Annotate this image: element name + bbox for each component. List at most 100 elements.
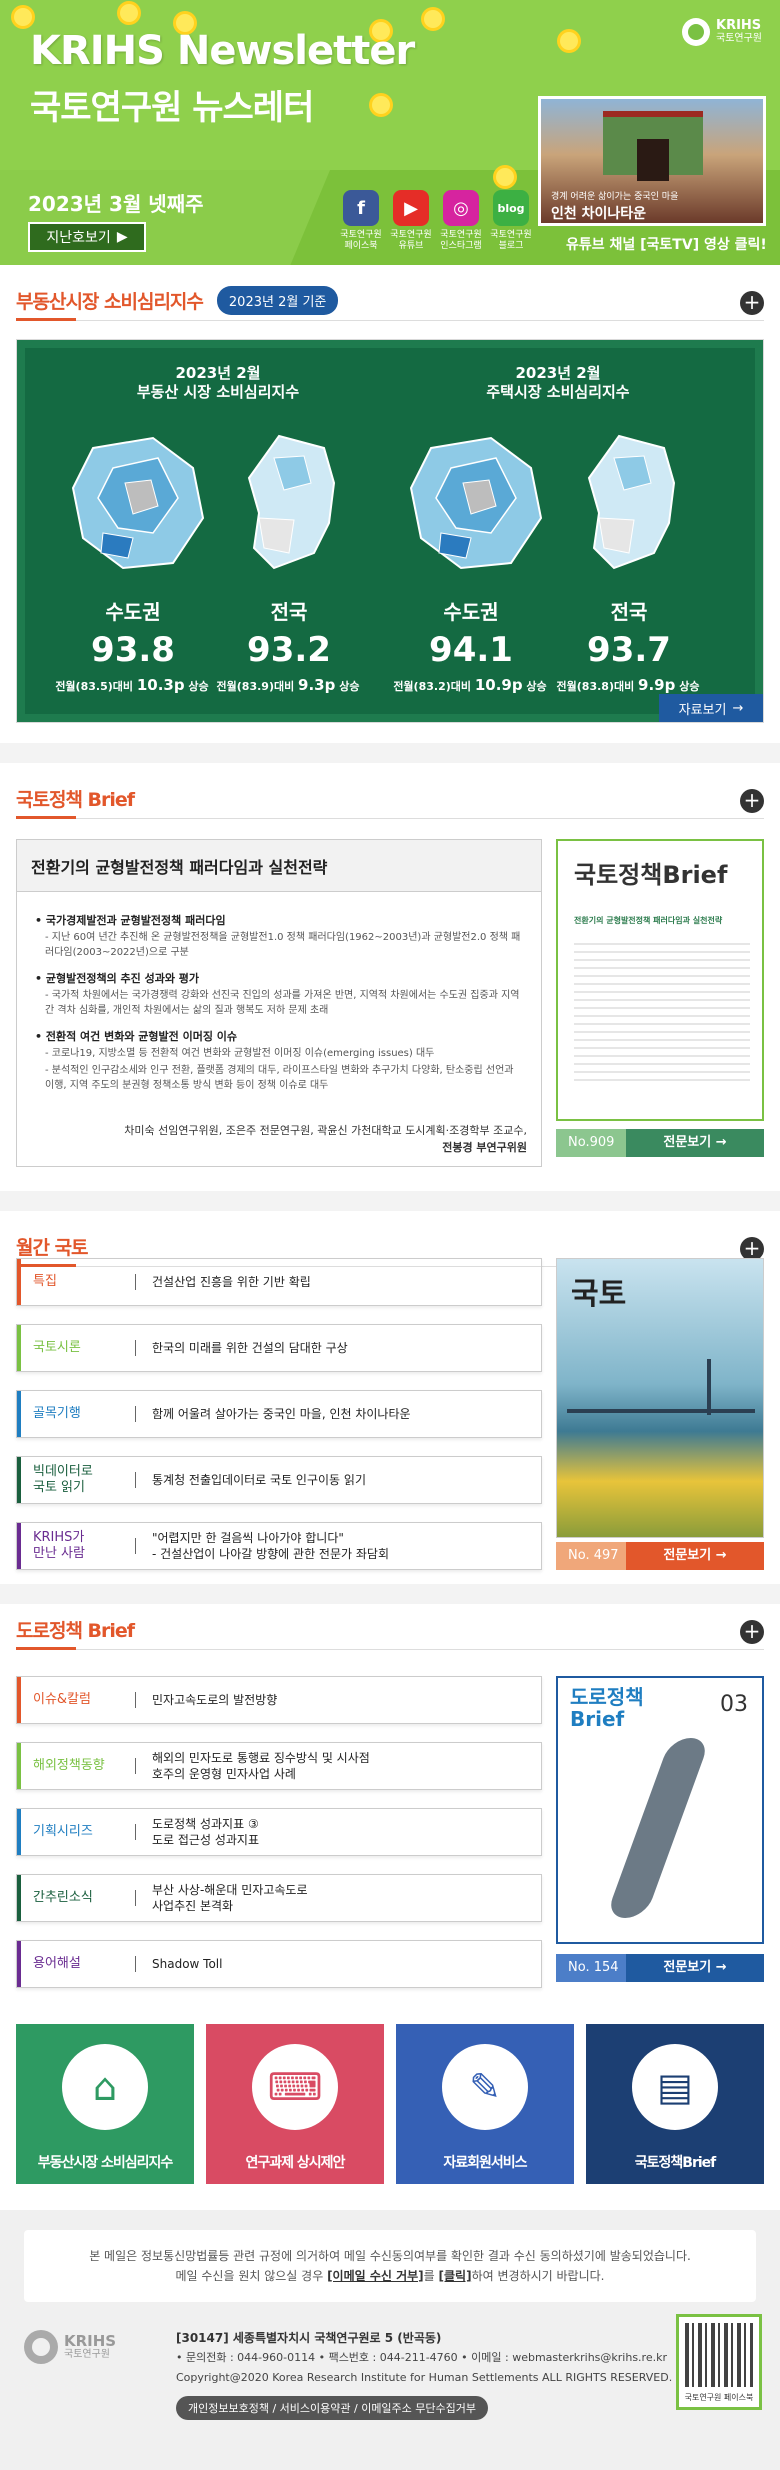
- row-title: 통계청 전출입데이터로 국토 인구이동 읽기: [152, 1473, 366, 1487]
- qr-caption: 국토연구원 페이스북: [684, 2393, 754, 2402]
- krihs-logo[interactable]: KRIHS 국토연구원: [682, 18, 762, 46]
- row-category: 간추린소식: [33, 1890, 93, 1905]
- change-note: 전월(83.9)대비 9.3p 상승: [216, 676, 360, 694]
- notice-pre: 메일 수신을 원치 않으실 경우: [175, 2269, 328, 2283]
- row-category: 용어해설: [33, 1956, 81, 1971]
- row-divider: [135, 1890, 136, 1906]
- chinatown-video-thumbnail[interactable]: 경계 어려운 삶이가는 중국인 마을 인천 차이나타운: [538, 96, 766, 226]
- brief-item-text: - 국가적 차원에서는 국가경쟁력 강화와 선진국 진입의 성과를 가져온 반면…: [45, 990, 520, 1016]
- row-title: 함께 어울려 살아가는 중국인 마을, 인천 차이나타운: [152, 1407, 411, 1421]
- row-accent: [17, 1875, 21, 1921]
- monthly-article-row[interactable]: 특집 건설산업 진흥을 위한 기반 확립: [16, 1258, 542, 1306]
- brief-item: • 전환적 여건 변화와 균형발전 이머징 이슈 - 코로나19, 지방소멸 등 …: [35, 1028, 523, 1093]
- brief-item: • 국가경제발전과 균형발전정책 패러다임 - 지난 60여 년간 추진해 온 균…: [35, 912, 523, 960]
- brief-section-header: 국토정책 Brief +: [16, 779, 764, 819]
- change-note: 전월(83.8)대비 9.9p 상승: [556, 676, 700, 694]
- quick-link-tile[interactable]: ⌨ 연구과제 상시제안: [206, 2024, 384, 2184]
- survey-more-button[interactable]: 자료보기 →: [659, 694, 763, 722]
- social-link[interactable]: blog 국토연구원 블로그: [484, 190, 538, 252]
- footer-contacts: • 문의전화 : 044-960-0114 • 팩스번호 : 044-211-4…: [176, 2351, 667, 2364]
- plus-icon[interactable]: +: [740, 789, 764, 813]
- flower-icon: [560, 32, 578, 50]
- qr-pattern: [685, 2323, 753, 2387]
- section-divider: [0, 1191, 780, 1211]
- bridge-shape: [567, 1409, 755, 1413]
- play-arrow-icon: ▶: [116, 229, 128, 245]
- footer-policy-links[interactable]: 개인정보보호정책 / 서비스이용약관 / 이메일주소 무단수집거부: [176, 2396, 489, 2420]
- row-category: KRIHS가 만난 사람: [33, 1530, 85, 1561]
- row-divider: [135, 1956, 136, 1972]
- row-category: 국토시론: [33, 1340, 81, 1355]
- road-view-label: 전문보기: [663, 1960, 712, 1975]
- quick-link-label: 연구과제 상시제안: [245, 2155, 346, 2171]
- authors-line2: 전봉경 부연구위원: [442, 1141, 527, 1154]
- monthly-article-row[interactable]: 골목기행 함께 어울려 살아가는 중국인 마을, 인천 차이나타운: [16, 1390, 542, 1438]
- issue-date: 2023년 3월 넷째주: [28, 192, 204, 216]
- road-cover-title: 도로정책 Brief: [570, 1685, 644, 1731]
- road-article-row[interactable]: 용어해설 Shadow Toll: [16, 1940, 542, 1988]
- road-cover-bar[interactable]: No. 154 전문보기 →: [556, 1954, 764, 1982]
- social-label: 국토연구원 인스타그램: [440, 230, 482, 251]
- social-link[interactable]: ▶ 국토연구원 유튜브: [384, 190, 438, 252]
- road-cover-image[interactable]: 도로정책 Brief 03: [556, 1676, 764, 1944]
- footer-logo-en: KRIHS: [64, 2332, 117, 2350]
- monthly-issue-no: No. 497: [556, 1542, 626, 1570]
- monthly-article-row[interactable]: 빅데이터로 국토 읽기 통계청 전출입데이터로 국토 인구이동 읽기: [16, 1456, 542, 1504]
- click-link[interactable]: [클릭]: [439, 2269, 472, 2283]
- row-divider: [135, 1758, 136, 1774]
- social-label: 국토연구원 페이스북: [340, 230, 382, 251]
- youtube-promo-link[interactable]: 유튜브 채널 [국토TV] 영상 클릭!: [566, 234, 767, 254]
- road-section-header: 도로정책 Brief +: [16, 1610, 764, 1650]
- quick-links: ⌂ 부동산시장 소비심리지수 ⌨ 연구과제 상시제안 ✎ 자료회원서비스 ▤ 국토정책Brie…: [16, 2024, 764, 2184]
- monthly-view-button[interactable]: 전문보기 →: [626, 1542, 764, 1570]
- brief-section-title: 국토정책 Brief: [16, 785, 135, 812]
- road-article-row[interactable]: 기획시리즈 도로정책 성과지표 ③ 도로 접근성 성과지표: [16, 1808, 542, 1856]
- row-category: 특집: [33, 1274, 57, 1289]
- quick-link-label: 자료회원서비스: [443, 2155, 527, 2171]
- footer-logo-mark: [24, 2330, 58, 2364]
- qr-code[interactable]: 국토연구원 페이스북: [676, 2314, 762, 2410]
- logo-ko: 국토연구원: [716, 33, 762, 44]
- row-accent: [17, 1677, 21, 1723]
- row-accent: [17, 1809, 21, 1855]
- brief-issue-no: No.909: [556, 1129, 626, 1157]
- social-link[interactable]: ◎ 국토연구원 인스타그램: [434, 190, 488, 252]
- road-article-row[interactable]: 해외정책동향 해외의 민자도로 통행료 징수방식 및 시사점 호주의 운영형 민자사…: [16, 1742, 542, 1790]
- plus-icon[interactable]: +: [740, 291, 764, 315]
- monthly-cover-bar[interactable]: No. 497 전문보기 →: [556, 1542, 764, 1570]
- social-link[interactable]: f 국토연구원 페이스북: [334, 190, 388, 252]
- monthly-article-row[interactable]: 국토시론 한국의 미래를 위한 건설의 담대한 구상: [16, 1324, 542, 1372]
- quick-link-tile[interactable]: ▤ 국토정책Brief: [586, 2024, 764, 2184]
- brief-headline[interactable]: 전환기의 균형발전정책 패러다임과 실천전략: [17, 840, 541, 892]
- row-title: Shadow Toll: [152, 1957, 223, 1971]
- quick-link-tile[interactable]: ⌂ 부동산시장 소비심리지수: [16, 2024, 194, 2184]
- unsubscribe-link[interactable]: [이메일 수신 거부]: [327, 2269, 424, 2283]
- road-article-row[interactable]: 이슈&칼럼 민자고속도로의 발전방향: [16, 1676, 542, 1724]
- social-icon: f: [343, 190, 379, 226]
- monthly-cover-image[interactable]: 국토: [556, 1258, 764, 1538]
- row-title: 건설산업 진흥을 위한 기반 확립: [152, 1275, 311, 1289]
- plus-icon[interactable]: +: [740, 1620, 764, 1644]
- brief-cover-image[interactable]: 국토정책Brief 전환기의 균형발전정책 패러다임과 실천전략: [556, 839, 764, 1121]
- index-value: 94.1: [429, 630, 513, 670]
- flower-icon: [120, 4, 138, 22]
- brief-cover-bar[interactable]: No.909 전문보기 →: [556, 1129, 764, 1157]
- footer-copyright: Copyright@2020 Korea Research Institute …: [176, 2371, 673, 2384]
- monthly-article-row[interactable]: KRIHS가 만난 사람 "어렵지만 한 걸음씩 나아가야 합니다" - 건설산업이 …: [16, 1522, 542, 1570]
- road-graphic: [605, 1738, 711, 1918]
- right-heading-line1: 2023년 2월: [515, 364, 601, 382]
- logo-en: KRIHS: [716, 18, 762, 33]
- brief-view-button[interactable]: 전문보기 →: [626, 1129, 764, 1157]
- road-view-button[interactable]: 전문보기 →: [626, 1954, 764, 1982]
- footer-address: [30147] 세종특별자치시 국책연구원로 5 (반곡동): [176, 2331, 442, 2345]
- row-category: 기획시리즈: [33, 1824, 93, 1839]
- arrow-right-icon: →: [732, 700, 744, 716]
- social-label: 국토연구원 유튜브: [390, 230, 432, 251]
- row-accent: [17, 1325, 21, 1371]
- prev-issue-button[interactable]: 지난호보기 ▶: [28, 222, 146, 252]
- brief-item-text: - 분석적인 인구감소세와 인구 전환, 플랫폼 경제의 대두, 라이프스타일 …: [45, 1065, 514, 1091]
- road-article-row[interactable]: 간추린소식 부산 사상-해운대 민자고속도로 사업추진 본격화: [16, 1874, 542, 1922]
- social-icon: ◎: [443, 190, 479, 226]
- quick-link-tile[interactable]: ✎ 자료회원서비스: [396, 2024, 574, 2184]
- quick-link-label: 부동산시장 소비심리지수: [37, 2155, 174, 2171]
